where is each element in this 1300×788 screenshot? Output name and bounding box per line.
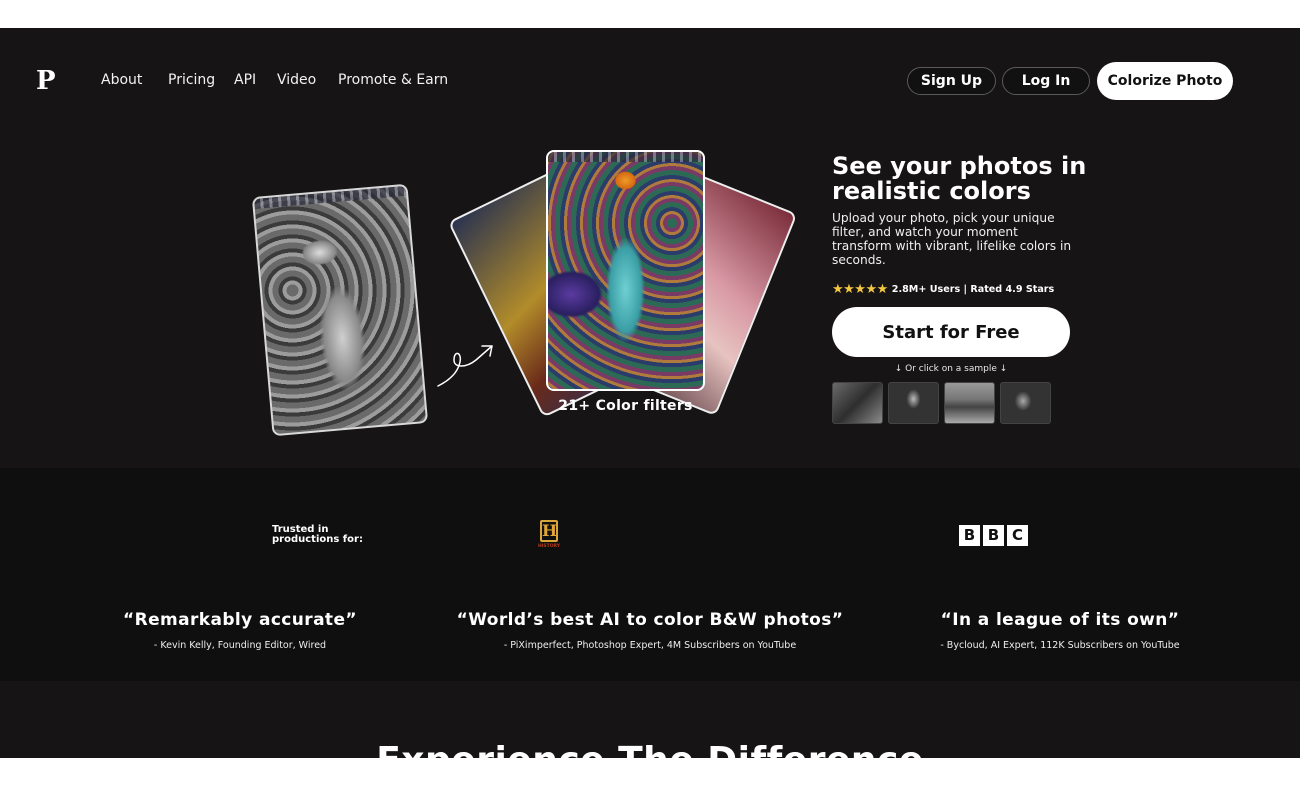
sample-hint: ↓ Or click on a sample ↓ (894, 364, 1008, 374)
sample-thumbnail[interactable] (1000, 382, 1051, 424)
history-logo-text: HISTORY (537, 544, 561, 549)
start-for-free-button[interactable]: Start for Free (832, 307, 1070, 357)
curved-arrow-icon (437, 345, 493, 387)
quote-piximperfect: “World’s best AI to color B&W photos” (456, 610, 844, 630)
hero-subtitle: Upload your photo, pick your unique filt… (832, 211, 1072, 267)
sample-thumbnail[interactable] (832, 382, 883, 424)
bbc-logo: B B C (959, 525, 1028, 546)
nav-api[interactable]: API (234, 72, 256, 88)
sign-up-button[interactable]: Sign Up (907, 67, 996, 95)
bw-original-photo (251, 183, 429, 437)
logo[interactable]: P (36, 68, 58, 94)
stars-icon: ★★★★★ (832, 282, 888, 297)
history-logo: H HISTORY (536, 520, 562, 550)
sample-thumbnails (832, 382, 1051, 424)
history-logo-mark: H (540, 520, 558, 542)
bbc-logo-letter: C (1007, 525, 1028, 546)
browser-top-gap (0, 0, 1300, 28)
quote-bycloud: “In a league of its own” (940, 610, 1180, 630)
log-in-button[interactable]: Log In (1002, 67, 1090, 95)
nav-video[interactable]: Video (277, 72, 316, 88)
nav-promote-earn[interactable]: Promote & Earn (338, 72, 448, 88)
rating-text: 2.8M+ Users | Rated 4.9 Stars (891, 284, 1055, 295)
quote-bycloud-attribution: - Bycloud, AI Expert, 112K Subscribers o… (940, 640, 1180, 651)
section-title: Experience The Difference (0, 740, 1300, 758)
sample-thumbnail[interactable] (944, 382, 995, 424)
quote-piximperfect-attribution: - PiXimperfect, Photoshop Expert, 4M Sub… (503, 640, 797, 651)
color-filters-caption: 21+ Color filters (558, 398, 693, 414)
trusted-label: Trusted in productions for: (272, 524, 363, 545)
quote-wired-attribution: - Kevin Kelly, Founding Editor, Wired (153, 640, 327, 651)
colorize-photo-button[interactable]: Colorize Photo (1097, 62, 1233, 100)
browser-bottom-gap (0, 758, 1300, 788)
page: P About Pricing API Video Promote & Earn… (0, 28, 1300, 758)
bbc-logo-letter: B (959, 525, 980, 546)
nav-about[interactable]: About (101, 72, 142, 88)
sample-thumbnail[interactable] (888, 382, 939, 424)
bbc-logo-letter: B (983, 525, 1004, 546)
hero-title: See your photos in realistic colors (832, 152, 1087, 205)
quote-wired: “Remarkably accurate” (123, 610, 357, 630)
rating: ★★★★★ 2.8M+ Users | Rated 4.9 Stars (832, 282, 1054, 297)
colorized-photo (546, 150, 705, 391)
nav-pricing[interactable]: Pricing (168, 72, 215, 88)
